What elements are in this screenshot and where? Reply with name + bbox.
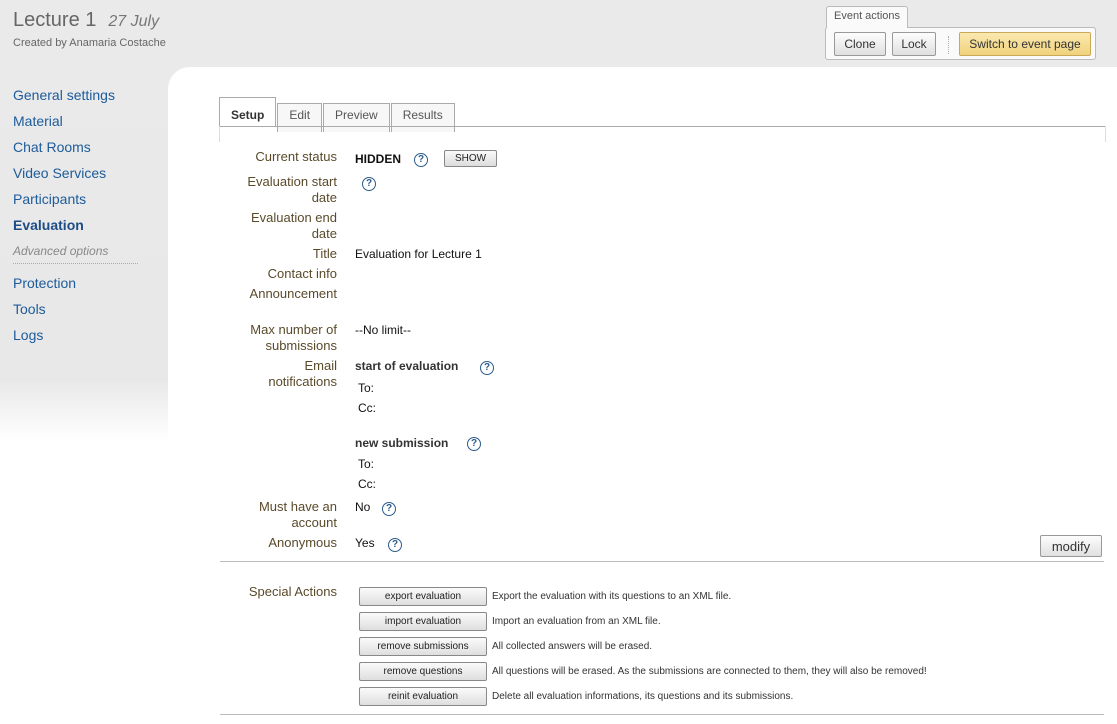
tab-results[interactable]: Results — [390, 103, 455, 132]
export-evaluation-button[interactable]: export evaluation — [359, 587, 487, 606]
page-title-text: Lecture 1 — [13, 9, 97, 31]
must-have-account-label-line1: Must have an — [258, 499, 337, 514]
remove-questions-button[interactable]: remove questions — [359, 662, 487, 681]
sidebar-item-participants[interactable]: Participants — [13, 190, 143, 216]
sidebar-item-material[interactable]: Material — [13, 112, 143, 138]
tab-content-left-edge — [219, 126, 220, 142]
current-status-value: HIDDEN — [355, 152, 402, 166]
must-have-account-label: Must have an account — [219, 499, 337, 531]
sidebar-item-logs[interactable]: Logs — [13, 326, 143, 352]
help-icon[interactable]: ? — [467, 437, 481, 451]
sidebar: General settings Material Chat Rooms Vid… — [13, 86, 143, 352]
import-evaluation-desc: Import an evaluation from an XML file. — [492, 616, 661, 627]
contact-info-label: Contact info — [267, 266, 337, 281]
new-submission-heading: new submission — [355, 436, 449, 450]
anonymous-label: Anonymous — [268, 535, 337, 550]
tab-setup[interactable]: Setup — [219, 97, 277, 127]
sidebar-item-chat-rooms[interactable]: Chat Rooms — [13, 138, 143, 164]
must-have-account-value: No — [355, 500, 371, 514]
page-subtitle: Created by Anamaria Costache — [13, 37, 166, 49]
section-divider — [220, 561, 1104, 562]
event-actions-separator — [948, 36, 949, 54]
special-actions-label: Special Actions — [248, 584, 337, 599]
eval-end-label-line1: Evaluation end — [250, 210, 337, 225]
event-actions-label: Event actions — [826, 6, 909, 28]
help-icon[interactable]: ? — [388, 538, 402, 552]
sidebar-advanced-heading: Advanced options — [13, 244, 109, 258]
help-icon[interactable]: ? — [362, 177, 376, 191]
max-submissions-label-line2: submissions — [265, 338, 337, 353]
sidebar-item-video-services[interactable]: Video Services — [13, 164, 143, 190]
title-label: Title — [312, 246, 337, 261]
eval-start-label-line2: date — [311, 190, 337, 205]
title-value: Evaluation for Lecture 1 — [355, 247, 482, 261]
import-evaluation-button[interactable]: import evaluation — [359, 612, 487, 631]
new-sub-to-label: To: — [358, 457, 375, 471]
bottom-divider — [220, 714, 1104, 715]
current-status-label: Current status — [255, 149, 337, 164]
reinit-evaluation-desc: Delete all evaluation informations, its … — [492, 691, 794, 702]
email-notifications-label-line2: notifications — [268, 374, 337, 389]
page-date: 27 July — [108, 13, 160, 30]
email-notifications-label: Email notifications — [219, 358, 337, 390]
start-of-evaluation-heading: start of evaluation — [355, 359, 459, 373]
sidebar-item-protection[interactable]: Protection — [13, 274, 143, 300]
eval-end-label: Evaluation end date — [219, 210, 337, 242]
remove-submissions-button[interactable]: remove submissions — [359, 637, 487, 656]
tab-edit[interactable]: Edit — [277, 103, 323, 132]
tab-content-right-edge — [1105, 126, 1106, 142]
clone-button[interactable]: Clone — [834, 32, 886, 56]
new-sub-cc-label: Cc: — [358, 477, 376, 491]
eval-end-label-line2: date — [311, 226, 337, 241]
export-evaluation-desc: Export the evaluation with its questions… — [492, 591, 732, 602]
switch-to-event-page-button[interactable]: Switch to event page — [959, 32, 1091, 56]
tab-bar-underline — [219, 126, 1106, 127]
max-submissions-value: --No limit-- — [355, 323, 411, 337]
email-notifications-label-line1: Email — [304, 358, 337, 373]
max-submissions-label-line1: Max number of — [250, 322, 337, 337]
must-have-account-label-line2: account — [291, 515, 337, 530]
announcement-label: Announcement — [249, 286, 337, 301]
help-icon[interactable]: ? — [382, 502, 396, 516]
tab-preview[interactable]: Preview — [323, 103, 390, 132]
eval-start-label-line1: Evaluation start — [247, 174, 337, 189]
lock-button[interactable]: Lock — [892, 32, 936, 56]
help-icon[interactable]: ? — [480, 361, 494, 375]
sidebar-item-tools[interactable]: Tools — [13, 300, 143, 326]
reinit-evaluation-button[interactable]: reinit evaluation — [359, 687, 487, 706]
tab-bar: Setup Edit Preview Results — [219, 97, 456, 132]
max-submissions-label: Max number of submissions — [219, 322, 337, 354]
anonymous-value: Yes — [355, 536, 375, 550]
show-button[interactable]: SHOW — [444, 150, 497, 167]
sidebar-item-general-settings[interactable]: General settings — [13, 86, 143, 112]
sidebar-divider — [13, 263, 138, 264]
sidebar-item-evaluation[interactable]: Evaluation — [13, 216, 143, 242]
help-icon[interactable]: ? — [414, 153, 428, 167]
modify-button[interactable]: modify — [1040, 535, 1102, 557]
page-title: Lecture 1 27 July — [13, 9, 159, 32]
remove-questions-desc: All questions will be erased. As the sub… — [492, 666, 927, 677]
eval-start-label: Evaluation start date — [219, 174, 337, 206]
remove-submissions-desc: All collected answers will be erased. — [492, 641, 653, 652]
start-eval-to-label: To: — [358, 381, 375, 395]
start-eval-cc-label: Cc: — [358, 401, 376, 415]
